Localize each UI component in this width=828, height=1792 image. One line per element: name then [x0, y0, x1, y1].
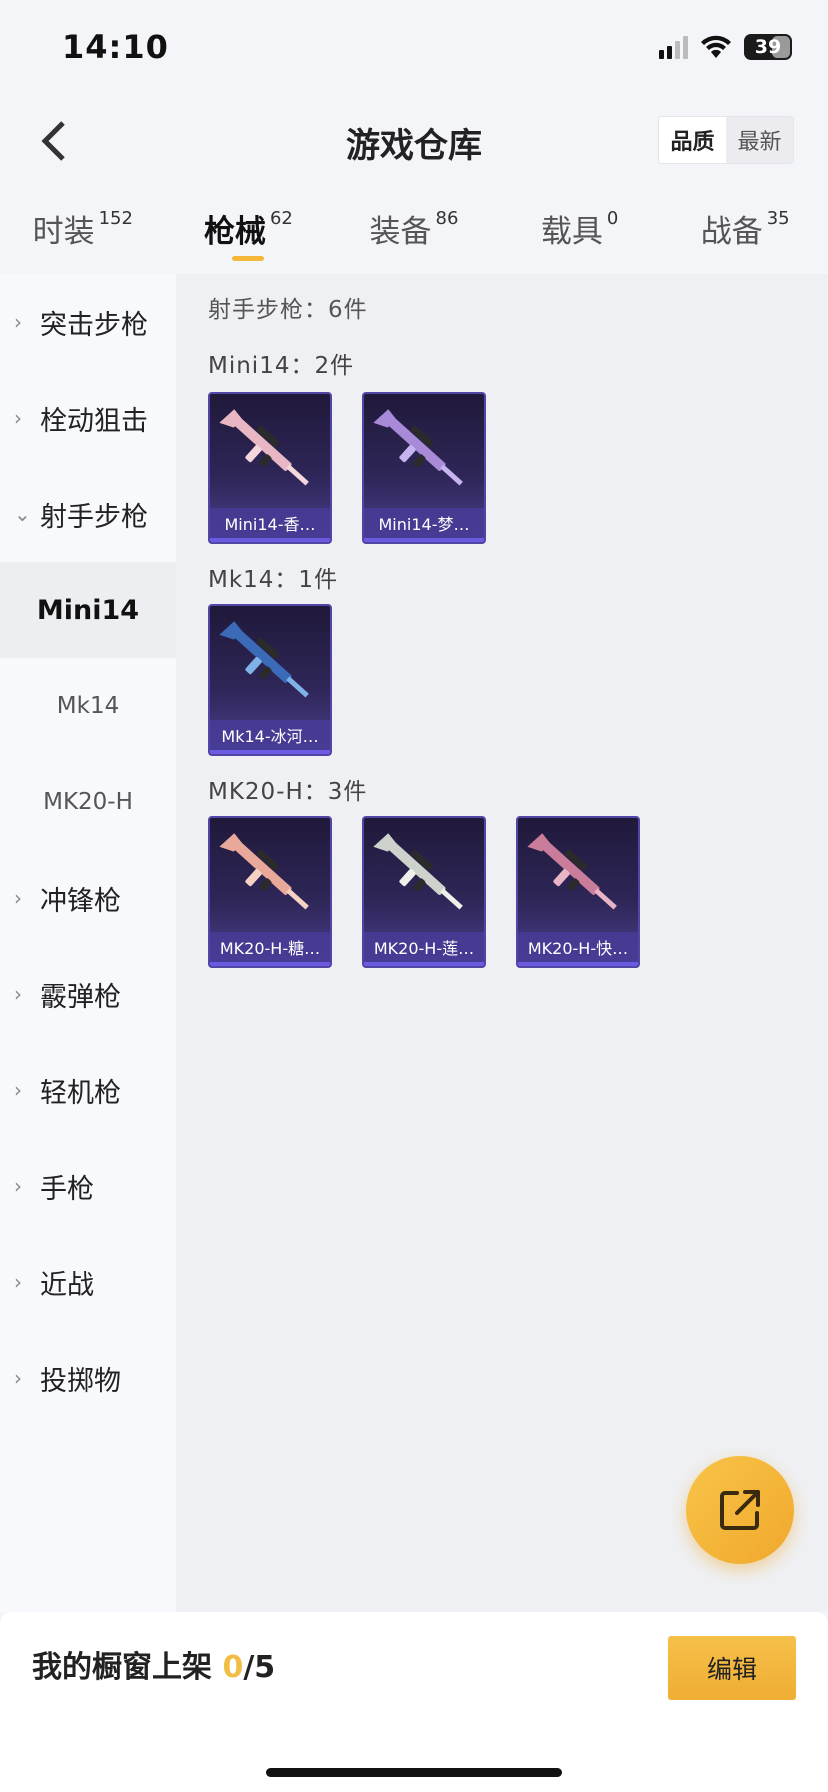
chevron-right-icon: ›: [14, 1078, 22, 1102]
sidebar-item-label: 投掷物: [40, 1365, 121, 1397]
showcase-shelf-status: 我的橱窗上架 0/5: [32, 1642, 275, 1686]
rifle-icon: [219, 409, 309, 486]
tab-equipment[interactable]: 装备 86: [331, 200, 497, 270]
tab-fashion[interactable]: 时装 152: [0, 200, 166, 270]
tab-count: 35: [766, 208, 790, 229]
tab-label: 枪械: [203, 214, 266, 250]
sidebar-item-label: 栓动狙击: [40, 405, 148, 437]
weapon-category-sidebar: › 突击步枪 › 栓动狙击 ⌄ 射手步枪 Mini14 Mk14 MK20-H …: [0, 274, 176, 1612]
showcase-label: 我的橱窗上架: [32, 1650, 212, 1685]
tab-combat-supplies[interactable]: 战备 35: [662, 200, 828, 270]
rifle-icon: [373, 833, 463, 910]
sidebar-item-dmr[interactable]: ⌄ 射手步枪: [0, 466, 176, 562]
item-label: Mk14-冰河…: [210, 720, 330, 754]
sidebar-item-label: 近战: [40, 1269, 94, 1301]
sort-newest-button[interactable]: 最新: [726, 117, 793, 163]
chevron-right-icon: ›: [14, 982, 22, 1006]
item-label: Mini14-梦…: [364, 508, 484, 542]
group-title-mk14: Mk14：1件: [208, 567, 339, 593]
sidebar-item-throwable[interactable]: › 投掷物: [0, 1330, 176, 1426]
item-card[interactable]: MK20-H-快…: [516, 816, 640, 968]
chevron-right-icon: ›: [14, 1366, 22, 1390]
item-label: Mini14-香…: [210, 508, 330, 542]
sidebar-subitem-mini14[interactable]: Mini14: [0, 562, 176, 658]
sidebar-item-lmg[interactable]: › 轻机枪: [0, 1042, 176, 1138]
item-label: MK20-H-快…: [518, 932, 638, 966]
sidebar-item-smg[interactable]: › 冲锋枪: [0, 850, 176, 946]
item-card[interactable]: Mini14-梦…: [362, 392, 486, 544]
sidebar-subitem-mk14[interactable]: Mk14: [0, 658, 176, 754]
weapon-content: 射手步枪：6件 Mini14：2件 Mini14-香… Mini14-梦… Mk…: [176, 274, 828, 1612]
sidebar-item-melee[interactable]: › 近战: [0, 1234, 176, 1330]
rifle-icon: [527, 833, 617, 910]
tab-count: 152: [98, 208, 133, 229]
sidebar-subitem-mk20h[interactable]: MK20-H: [0, 754, 176, 850]
item-card[interactable]: Mk14-冰河…: [208, 604, 332, 756]
chevron-right-icon: ›: [14, 886, 22, 910]
sidebar-item-bolt-sniper[interactable]: › 栓动狙击: [0, 370, 176, 466]
item-card[interactable]: Mini14-香…: [208, 392, 332, 544]
item-label: MK20-H-莲…: [364, 932, 484, 966]
share-external-icon: [720, 1490, 760, 1530]
category-tabs: 时装 152 枪械 62 装备 86 载具 0 战备 35: [0, 200, 828, 270]
tab-count: 0: [606, 208, 619, 229]
status-bar: 14:10 39: [0, 0, 828, 100]
item-card[interactable]: MK20-H-莲…: [362, 816, 486, 968]
rifle-icon: [373, 409, 463, 486]
sidebar-item-label: 霰弹枪: [40, 981, 121, 1013]
rifle-icon: [219, 621, 309, 698]
edit-button[interactable]: 编辑: [668, 1636, 796, 1700]
rifle-icon: [219, 833, 309, 910]
chevron-right-icon: ›: [14, 1270, 22, 1294]
battery-level: 39: [754, 36, 782, 58]
sidebar-item-assault-rifle[interactable]: › 突击步枪: [0, 274, 176, 370]
home-indicator[interactable]: [266, 1768, 562, 1777]
sidebar-item-pistol[interactable]: › 手枪: [0, 1138, 176, 1234]
sidebar-item-shotgun[interactable]: › 霰弹枪: [0, 946, 176, 1042]
tab-label: 时装: [32, 214, 95, 250]
chevron-down-icon: ⌄: [14, 502, 31, 526]
sidebar-item-label: 突击步枪: [40, 309, 148, 341]
active-tab-indicator: [232, 256, 265, 261]
share-fab-button[interactable]: [686, 1456, 794, 1564]
item-card[interactable]: MK20-H-糖…: [208, 816, 332, 968]
tab-vehicles[interactable]: 载具 0: [497, 200, 663, 270]
bottom-bar: 我的橱窗上架 0/5 编辑: [0, 1612, 828, 1792]
showcase-current-count: 0: [222, 1650, 244, 1685]
group-title-mk20h: MK20-H：3件: [208, 779, 368, 805]
showcase-total: /5: [243, 1650, 276, 1685]
chevron-right-icon: ›: [14, 1174, 22, 1198]
chevron-right-icon: ›: [14, 310, 22, 334]
cellular-signal-icon: [659, 35, 688, 59]
tab-label: 装备: [369, 214, 432, 250]
section-header: 射手步枪：6件: [208, 297, 368, 323]
sort-toggle: 品质 最新: [658, 116, 794, 164]
tab-count: 86: [435, 208, 459, 229]
tab-guns[interactable]: 枪械 62: [166, 200, 332, 270]
wifi-icon: [701, 35, 731, 58]
tab-count: 62: [269, 208, 293, 229]
tab-label: 战备: [700, 214, 763, 250]
item-label: MK20-H-糖…: [210, 932, 330, 966]
sidebar-item-label: 轻机枪: [40, 1077, 121, 1109]
chevron-right-icon: ›: [14, 406, 22, 430]
battery-icon: 39: [744, 34, 792, 60]
status-icons: 39: [659, 34, 792, 60]
sidebar-item-label: 射手步枪: [40, 501, 148, 533]
status-time: 14:10: [62, 28, 169, 66]
sidebar-item-label: 手枪: [40, 1173, 94, 1205]
tab-label: 载具: [540, 214, 603, 250]
sidebar-item-label: 冲锋枪: [40, 885, 121, 917]
group-title-mini14: Mini14：2件: [208, 353, 355, 379]
nav-bar: 游戏仓库 品质 最新: [0, 100, 828, 180]
sort-quality-button[interactable]: 品质: [659, 117, 726, 163]
